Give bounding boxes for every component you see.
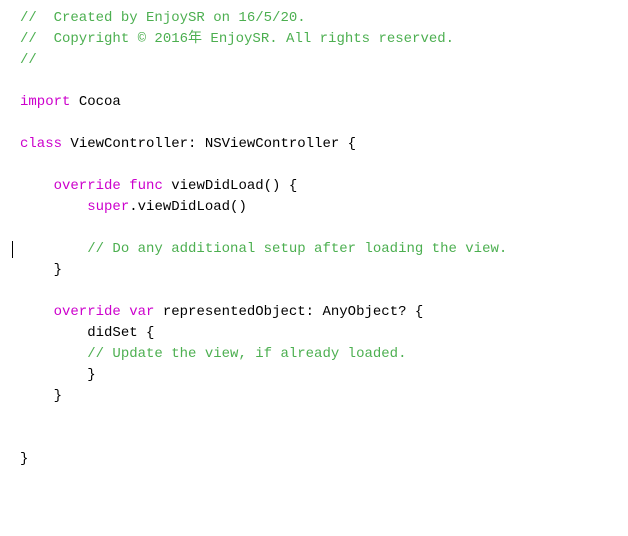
code-segment [121,176,129,197]
code-segment: super [87,197,129,218]
code-line: } [0,260,628,281]
code-line: class ViewController: NSViewController { [0,134,628,155]
code-segment [20,239,87,260]
code-segment: override [20,176,121,197]
code-line: // Update the view, if already loaded. [0,344,628,365]
code-segment: } [20,365,96,386]
code-segment [121,302,129,323]
code-segment: // Update the view, if already loaded. [87,344,406,365]
code-line [0,428,628,449]
code-line [0,113,628,134]
code-line: // Do any additional setup after loading… [0,239,628,260]
code-segment: } [20,260,62,281]
code-segment: // [20,50,37,71]
code-line: } [0,365,628,386]
code-line [0,218,628,239]
code-line: override var representedObject: AnyObjec… [0,302,628,323]
code-line: override func viewDidLoad() { [0,176,628,197]
code-line: didSet { [0,323,628,344]
code-line: import Cocoa [0,92,628,113]
code-segment: Cocoa [70,92,120,113]
code-line: // Created by EnjoySR on 16/5/20. [0,8,628,29]
code-segment: var [129,302,154,323]
code-editor[interactable]: // Created by EnjoySR on 16/5/20.// Copy… [0,0,628,536]
code-line: // [0,50,628,71]
code-segment: // Copyright © 2016年 EnjoySR. All rights… [20,29,454,50]
code-line: // Copyright © 2016年 EnjoySR. All rights… [0,29,628,50]
code-segment: ViewController: NSViewController { [62,134,356,155]
code-segment: override [20,302,121,323]
code-segment [20,344,87,365]
code-line [0,407,628,428]
code-segment: } [20,449,28,470]
code-segment: .viewDidLoad() [129,197,247,218]
code-segment: // Created by EnjoySR on 16/5/20. [20,8,306,29]
code-segment: viewDidLoad() { [163,176,297,197]
code-line [0,155,628,176]
code-line: } [0,386,628,407]
code-segment: // Do any additional setup after loading… [87,239,507,260]
code-line: } [0,449,628,470]
code-line [0,281,628,302]
code-segment [20,197,87,218]
code-segment: } [20,386,62,407]
code-segment: representedObject: AnyObject? { [154,302,423,323]
code-line: super.viewDidLoad() [0,197,628,218]
code-line [0,71,628,92]
code-segment: import [20,92,70,113]
code-segment: func [129,176,163,197]
code-segment: didSet { [20,323,154,344]
code-segment: class [20,134,62,155]
